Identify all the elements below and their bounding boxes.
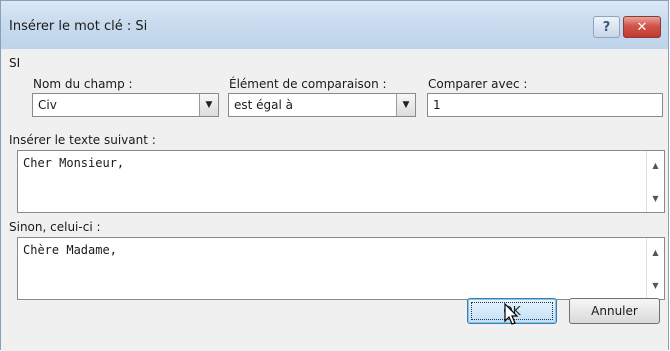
scroll-up-icon[interactable]: ▲ — [647, 244, 664, 260]
compare-with-label: Comparer avec : — [428, 77, 527, 91]
insert-text-value: Cher Monsieur, — [23, 156, 125, 170]
title-bar[interactable]: Insérer le mot clé : Si ? ✕ — [1, 1, 668, 49]
insert-text-label: Insérer le texte suivant : — [9, 133, 156, 147]
compare-with-value: 1 — [433, 98, 441, 112]
chevron-down-icon[interactable]: ▼ — [199, 94, 218, 116]
otherwise-text-area[interactable]: Chère Madame, ▲ ▼ — [17, 237, 665, 300]
close-button[interactable]: ✕ — [623, 16, 661, 38]
close-icon: ✕ — [636, 19, 648, 35]
comparison-label: Élément de comparaison : — [229, 77, 387, 91]
insert-if-dialog: Insérer le mot clé : Si ? ✕ SI Nom du ch… — [0, 0, 669, 351]
scroll-up-icon[interactable]: ▲ — [647, 157, 664, 173]
insert-text-area[interactable]: Cher Monsieur, ▲ ▼ — [17, 150, 665, 213]
otherwise-text-value: Chère Madame, — [23, 243, 117, 257]
comparison-label-text: Élément de comparaison : — [229, 77, 387, 91]
comparison-value: est égal à — [234, 98, 294, 112]
field-name-select[interactable]: Civ ▼ — [32, 93, 219, 117]
section-label: SI — [9, 56, 21, 70]
chevron-down-icon[interactable]: ▼ — [396, 94, 415, 116]
insert-text-scrollbar[interactable]: ▲ ▼ — [646, 151, 664, 212]
dialog-body: SI Nom du champ : Civ ▼ Élément de compa… — [1, 49, 668, 351]
field-name-label-text: Nom du champ : — [33, 77, 133, 91]
scroll-down-icon[interactable]: ▼ — [647, 277, 664, 293]
dialog-title: Insérer le mot clé : Si — [9, 19, 148, 34]
compare-with-label-text: Comparer avec : — [428, 77, 528, 91]
field-name-value: Civ — [38, 98, 57, 112]
otherwise-text-label: Sinon, celui-ci : — [9, 220, 101, 234]
cancel-button[interactable]: Annuler — [569, 298, 660, 324]
scroll-down-icon[interactable]: ▼ — [647, 190, 664, 206]
help-button[interactable]: ? — [593, 16, 620, 38]
otherwise-text-scrollbar[interactable]: ▲ ▼ — [646, 238, 664, 299]
compare-with-input[interactable]: 1 — [427, 93, 663, 117]
cancel-label: Annuler — [591, 304, 638, 318]
field-name-label: Nom du champ : — [33, 77, 133, 91]
comparison-select[interactable]: est égal à ▼ — [228, 93, 416, 117]
mouse-cursor-icon — [504, 303, 519, 325]
help-icon: ? — [602, 19, 611, 35]
